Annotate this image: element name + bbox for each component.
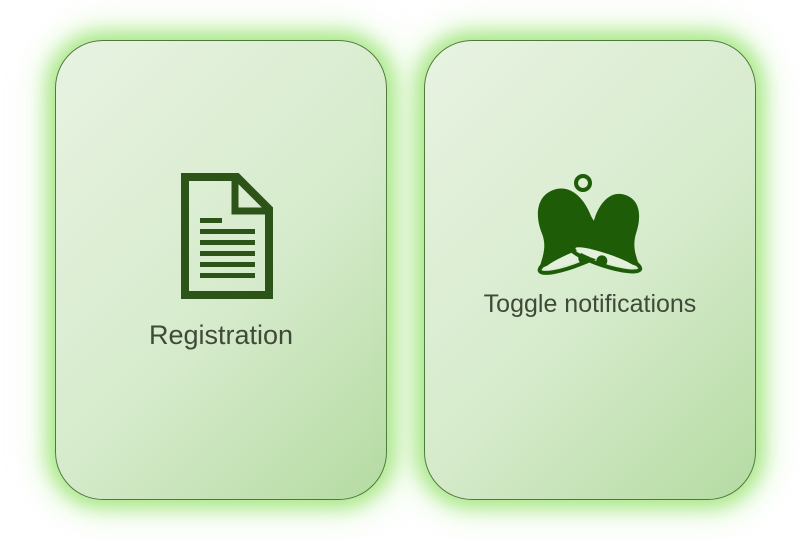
toggle-notifications-label: Toggle notifications: [483, 290, 697, 318]
toggle-notifications-tile[interactable]: Toggle notifications: [424, 40, 756, 500]
bell-icon: [537, 174, 643, 275]
registration-label: Registration: [148, 320, 294, 350]
document-icon: [181, 173, 273, 299]
registration-tile[interactable]: Registration: [55, 40, 387, 500]
